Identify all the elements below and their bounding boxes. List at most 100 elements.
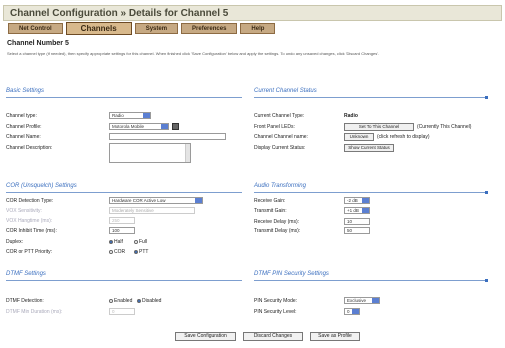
- channel-profile-select[interactable]: Motorola Mobile: [109, 123, 169, 130]
- discard-changes-button[interactable]: Discard Changes: [243, 332, 303, 341]
- duplex-half-radio[interactable]: Half: [109, 239, 123, 245]
- dtmf-duration-row: DTMF Min Duration (ms): 0: [6, 308, 242, 316]
- channel-name-input[interactable]: [109, 133, 226, 140]
- receive-gain-select[interactable]: -2 dB: [344, 197, 370, 204]
- pin-level-row: PIN Security Level: 0: [254, 308, 494, 316]
- cor-settings-heading: COR (Unsquelch) Settings: [6, 183, 77, 189]
- dtmf-enabled-radio[interactable]: Enabled: [109, 298, 132, 304]
- channel-type-select[interactable]: Radio: [109, 112, 151, 119]
- page: Channel Configuration » Details for Chan…: [0, 0, 505, 348]
- pin-mode-row: PIN Security Mode: Exclusive: [254, 297, 494, 305]
- transmit-delay-input[interactable]: 50: [344, 227, 370, 234]
- title-bar: Channel Configuration » Details for Chan…: [3, 5, 502, 21]
- tab-net-control[interactable]: Net Control: [8, 23, 63, 34]
- vox-hangtime-input[interactable]: 250: [109, 217, 135, 224]
- dtmf-duration-input[interactable]: 0: [109, 308, 135, 315]
- tab-channels[interactable]: Channels: [65, 22, 132, 35]
- tab-preferences[interactable]: Preferences: [181, 23, 238, 34]
- vox-hangtime-row: VOX Hangtime (ms): 250: [6, 217, 242, 225]
- vox-sensitivity-select[interactable]: Moderately Sensitive: [109, 207, 195, 214]
- save-configuration-button[interactable]: Save Configuration: [175, 332, 236, 341]
- current-status-section: Current Channel Status: [254, 88, 488, 99]
- set-channel-button[interactable]: Set To This Channel: [344, 123, 414, 131]
- section-marker: [485, 279, 488, 282]
- pin-security-section: DTMF PIN Security Settings: [254, 271, 488, 282]
- pin-mode-select[interactable]: Exclusive: [344, 297, 380, 304]
- dtmf-section: DTMF Settings: [6, 271, 242, 281]
- receive-delay-row: Receive Delay (ms): 10: [254, 218, 494, 226]
- page-title-text: Channel Configuration » Details for Chan…: [10, 8, 229, 19]
- chevron-down-icon: [362, 198, 369, 203]
- intro-text: Select a channel type (if needed), then …: [7, 51, 380, 56]
- audio-section: Audio Transforming: [254, 183, 488, 194]
- receive-gain-label: Receive Gain:: [254, 198, 286, 204]
- transmit-delay-row: Transmit Delay (ms): 50: [254, 227, 494, 235]
- priority-ptt-radio[interactable]: PTT: [134, 249, 148, 255]
- tab-system[interactable]: System: [134, 23, 179, 34]
- section-marker: [485, 191, 488, 194]
- front-panel-note: (Currently This Channel): [417, 124, 472, 130]
- cor-settings-section: COR (Unsquelch) Settings: [6, 183, 242, 193]
- transmit-delay-label: Transmit Delay (ms):: [254, 228, 301, 234]
- save-as-profile-button[interactable]: Save as Profile: [310, 332, 360, 341]
- chevron-down-icon: [161, 124, 168, 129]
- receive-delay-label: Receive Delay (ms):: [254, 219, 300, 225]
- channel-type-row: Channel type: Radio: [6, 112, 242, 120]
- chevron-down-icon: [195, 198, 202, 203]
- show-status-button[interactable]: Show Current Status: [344, 144, 394, 152]
- basic-settings-section: Basic Settings: [6, 88, 242, 98]
- pin-level-select[interactable]: 0: [344, 308, 360, 315]
- chevron-down-icon: [372, 298, 379, 303]
- audio-heading: Audio Transforming: [254, 183, 306, 189]
- channel-name-status-note: (click refresh to display): [377, 134, 430, 140]
- dtmf-duration-label: DTMF Min Duration (ms):: [6, 309, 63, 315]
- pin-mode-label: PIN Security Mode:: [254, 298, 298, 304]
- refresh-name-button[interactable]: Unknown: [344, 133, 374, 141]
- current-type-value: Radio: [344, 113, 358, 119]
- channel-type-label: Channel type:: [6, 113, 37, 119]
- priority-label: COR or PTT Priority:: [6, 249, 53, 255]
- display-status-label: Display Current Status:: [254, 145, 306, 151]
- current-type-label: Current Channel Type:: [254, 113, 305, 119]
- basic-settings-heading: Basic Settings: [6, 88, 45, 94]
- channel-description-textarea[interactable]: [109, 143, 191, 163]
- duplex-row: Duplex: Half Full: [6, 238, 242, 246]
- priority-cor-radio[interactable]: COR: [109, 249, 125, 255]
- cor-inhibit-input[interactable]: 100: [109, 227, 135, 234]
- dtmf-disabled-radio[interactable]: Disabled: [137, 298, 161, 304]
- pin-level-label: PIN Security Level:: [254, 309, 297, 315]
- cor-inhibit-label: COR Inhibit Time (ms):: [6, 228, 57, 234]
- receive-delay-input[interactable]: 10: [344, 218, 370, 225]
- channel-profile-label: Channel Profile:: [6, 124, 42, 130]
- front-panel-row: Front Panel LEDs: Set To This Channel (C…: [254, 123, 499, 131]
- dtmf-detection-label: DTMF Detection:: [6, 298, 44, 304]
- dtmf-detection-row: DTMF Detection: Enabled Disabled: [6, 297, 242, 305]
- duplex-full-radio[interactable]: Full: [134, 239, 147, 245]
- transmit-gain-label: Transmit Gain:: [254, 208, 287, 214]
- channel-description-label: Channel Description:: [6, 145, 53, 151]
- duplex-label: Duplex:: [6, 239, 23, 245]
- cor-inhibit-row: COR Inhibit Time (ms): 100: [6, 227, 242, 235]
- channel-profile-row: Channel Profile: Motorola Mobile: [6, 123, 242, 131]
- cor-type-row: COR Detection Type: Hardware COR Active …: [6, 197, 242, 205]
- channel-name-row: Channel Name:: [6, 133, 242, 141]
- channel-name-status-label: Channel Channel name:: [254, 134, 308, 140]
- tab-help[interactable]: Help: [240, 23, 276, 34]
- cor-type-label: COR Detection Type:: [6, 198, 54, 204]
- profile-edit-icon[interactable]: [172, 123, 179, 130]
- pin-security-heading: DTMF PIN Security Settings: [254, 271, 329, 277]
- scrollbar[interactable]: [185, 144, 190, 162]
- transmit-gain-row: Transmit Gain: +1 dB: [254, 207, 494, 215]
- vox-sensitivity-label: VOX Sensitivity:: [6, 208, 42, 214]
- channel-name-status-row: Channel Channel name: Unknown (click ref…: [254, 133, 494, 141]
- chevron-down-icon: [352, 309, 359, 314]
- cor-type-select[interactable]: Hardware COR Active Low: [109, 197, 203, 204]
- priority-row: COR or PTT Priority: COR PTT: [6, 248, 242, 256]
- transmit-gain-select[interactable]: +1 dB: [344, 207, 370, 214]
- section-marker: [485, 96, 488, 99]
- display-status-row: Display Current Status: Show Current Sta…: [254, 144, 494, 152]
- channel-heading: Channel Number 5: [7, 40, 69, 47]
- front-panel-label: Front Panel LEDs:: [254, 124, 295, 130]
- dtmf-heading: DTMF Settings: [6, 271, 46, 277]
- vox-sensitivity-row: VOX Sensitivity: Moderately Sensitive: [6, 207, 242, 215]
